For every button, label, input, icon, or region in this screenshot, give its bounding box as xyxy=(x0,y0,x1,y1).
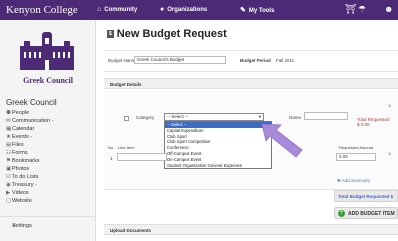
sidebar-item-label: Videos xyxy=(12,190,29,196)
sidebar-item-bookmarks[interactable]: ⚑Bookmarks xyxy=(6,158,40,164)
item-name-label: Name xyxy=(289,115,302,120)
item-name-input[interactable] xyxy=(304,112,348,120)
total-requested-value: $ 0.00 xyxy=(357,122,370,127)
sidebar-item-label: Website xyxy=(12,198,32,204)
brand-title[interactable]: Kenyon College xyxy=(6,4,78,16)
organizations-icon: ● xyxy=(160,6,165,13)
line-number: 1 xyxy=(110,156,113,161)
plus-icon: + xyxy=(338,210,345,217)
sidebar-item-label: Communication - xyxy=(12,118,54,124)
add-budget-item-button[interactable]: + ADD BUDGET ITEM xyxy=(334,207,398,219)
sidebar-item-label: Bookmarks xyxy=(12,158,40,164)
sidebar-item-label: People xyxy=(12,110,30,116)
nav-organizations[interactable]: ● Organizations xyxy=(160,6,207,13)
upload-documents-label: Upload Documents xyxy=(110,228,152,233)
budget-name-label: Budget Name xyxy=(108,58,136,63)
budget-details-label: Budget Details xyxy=(110,82,142,87)
line-item-header: Line Item xyxy=(118,145,135,150)
category-label: Category xyxy=(136,115,155,120)
add-budget-item-label: ADD BUDGET ITEM xyxy=(348,211,395,217)
group-title: Greek Council xyxy=(6,98,57,107)
sidebar-item-videos[interactable]: ▶ Videos xyxy=(6,190,29,196)
category-select[interactable]: -- Select -- ▼ xyxy=(164,113,264,121)
sidebar-item-forms[interactable]: ☷Forms xyxy=(6,150,28,156)
umbrella-icon[interactable]: ☂ xyxy=(358,4,366,15)
requested-amount-header: Requested Amount xyxy=(339,145,374,150)
total-requested: Total Requested $ 0.00 xyxy=(357,117,390,127)
sidebar-item-calendar[interactable]: ▦Calendar xyxy=(6,126,34,132)
chevron-down-icon: ▼ xyxy=(258,114,262,119)
line-no-header: No. xyxy=(108,145,115,150)
nav-my-tools[interactable]: ✎ My Tools xyxy=(240,6,274,14)
item-checkbox[interactable] xyxy=(124,116,129,121)
sidebar: Greek Council Greek Council ⚉People ✉Com… xyxy=(0,20,96,241)
sidebar-item-label: Events - xyxy=(12,134,33,140)
settings-link[interactable]: ✓ Settings xyxy=(0,216,96,229)
sidebar-item-label: Treasury - xyxy=(12,182,37,188)
budget-details-section: Budget Details xyxy=(104,78,398,89)
sidebar-item-files[interactable]: ▤Files xyxy=(6,142,24,148)
sidebar-item-treasury[interactable]: ◉Treasury - xyxy=(6,182,37,188)
requested-amount-input[interactable]: 0.00 xyxy=(336,153,376,161)
category-select-value: -- Select -- xyxy=(167,114,189,119)
sidebar-item-people[interactable]: ⚉People xyxy=(6,110,29,116)
nav-community[interactable]: ⌂ Community xyxy=(97,6,137,13)
nav-organizations-label: Organizations xyxy=(167,7,208,13)
building-icon[interactable]: ⛩ xyxy=(345,4,356,15)
remove-line-icon[interactable]: × xyxy=(388,152,392,158)
line-item-input[interactable] xyxy=(117,153,167,161)
sidebar-item-photos[interactable]: ▣Photos xyxy=(6,166,29,172)
sidebar-item-events[interactable]: ★Events - xyxy=(6,134,32,140)
home-icon: ⌂ xyxy=(97,6,102,13)
nav-community-label: Community xyxy=(104,7,138,13)
upload-documents-section: Upload Documents xyxy=(104,224,398,235)
sidebar-item-label: To do Lists xyxy=(12,174,39,180)
nav-my-tools-label: My Tools xyxy=(248,8,275,14)
settings-label: Settings xyxy=(12,223,32,229)
sidebar-item-label: Forms xyxy=(12,150,28,156)
page-title: $ New Budget Request xyxy=(107,28,227,40)
sidebar-item-label: Photos xyxy=(12,166,30,172)
category-dropdown: -- Select -- Capital Expenditure Club Sp… xyxy=(164,121,272,170)
user-icon[interactable]: ☻ xyxy=(384,4,393,14)
logo-text: Greek Council xyxy=(23,76,73,85)
budget-period-label: Budget Period xyxy=(240,58,271,63)
category-option[interactable]: Student Organization General Expenses xyxy=(165,163,271,169)
budget-period-value: Fall 2011 xyxy=(276,58,295,63)
sidebar-item-label: Files xyxy=(12,142,24,148)
budget-badge: $ xyxy=(107,30,114,39)
total-budget-label: Total Budget Requested $ xyxy=(338,194,394,199)
top-nav-bar: Kenyon College ⌂ Community ● Organizations… xyxy=(0,0,398,20)
page-title-text: New Budget Request xyxy=(116,28,227,40)
sidebar-item-todo[interactable]: ☑To do Lists xyxy=(6,174,38,180)
greek-council-logo xyxy=(20,32,74,70)
add-line-link[interactable]: ✚ Add Summary xyxy=(337,178,370,184)
sidebar-item-label: Calendar xyxy=(12,126,35,132)
budget-name-input[interactable]: Greek Council's Budget xyxy=(134,56,226,64)
total-budget-bar: Total Budget Requested $ xyxy=(334,190,398,202)
tools-icon: ✎ xyxy=(240,7,246,14)
sidebar-item-website[interactable]: ▢Website xyxy=(6,198,32,204)
close-icon[interactable]: × xyxy=(388,104,392,110)
add-line-label: Add Summary xyxy=(341,178,371,183)
sidebar-item-communication[interactable]: ✉Communication - xyxy=(6,118,54,124)
